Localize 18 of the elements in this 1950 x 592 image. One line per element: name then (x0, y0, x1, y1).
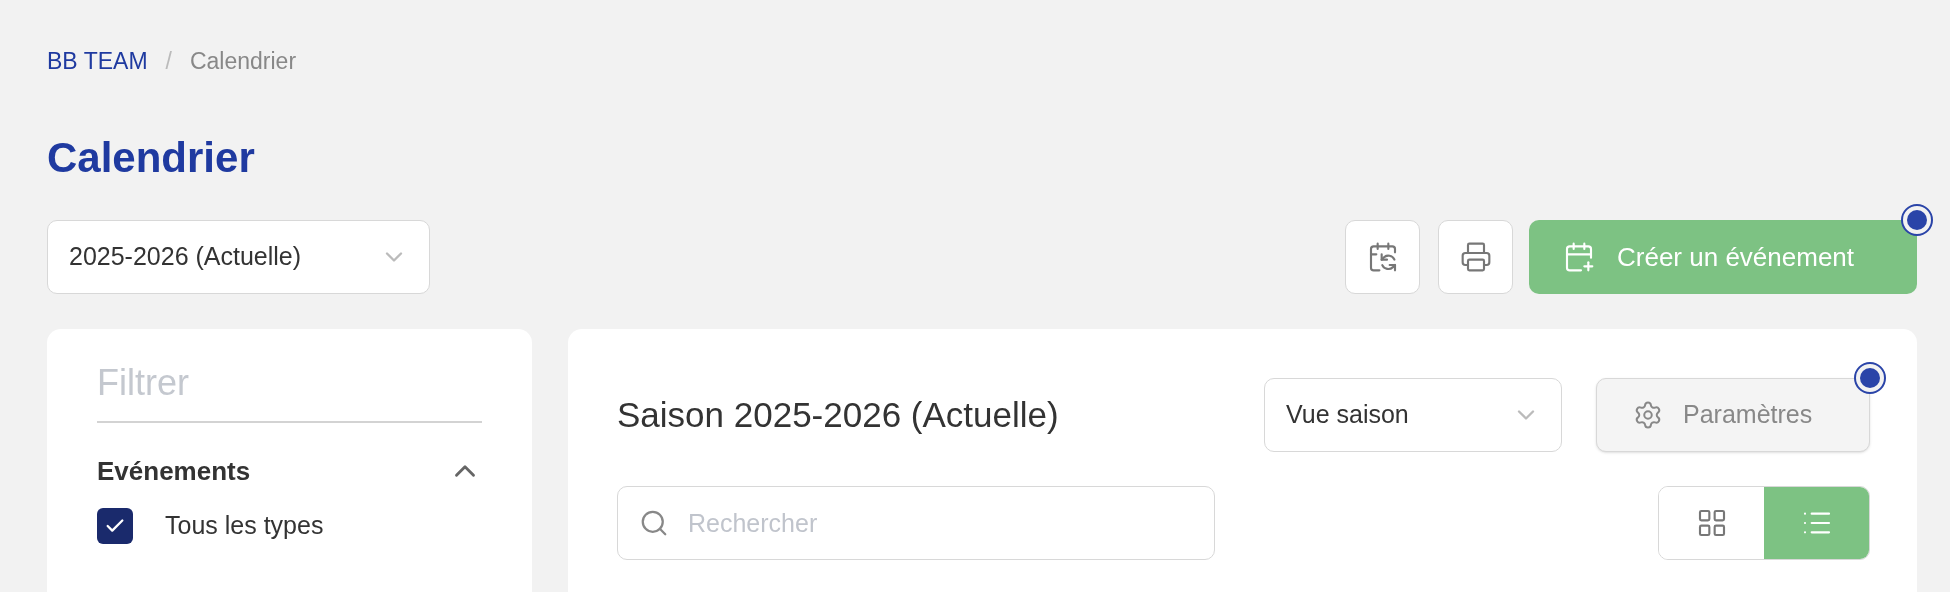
filter-title: Filtrer (97, 361, 190, 405)
search-icon (639, 508, 669, 538)
calendar-plus-icon (1563, 241, 1595, 273)
settings-icon (1633, 400, 1663, 430)
season-select[interactable]: 2025-2026 (Actuelle) (47, 220, 430, 294)
breadcrumb-current: Calendrier (189, 46, 297, 76)
calendar-sync-button[interactable] (1345, 220, 1420, 294)
checkbox-label: Tous les types (165, 510, 324, 541)
page-title: Calendrier (47, 133, 256, 183)
section-title: Evénements (97, 454, 251, 488)
checkbox[interactable] (97, 507, 133, 544)
search-field[interactable]: Rechercher (617, 486, 1215, 560)
breadcrumb-link[interactable]: BB TEAM (47, 43, 148, 79)
print-button[interactable] (1438, 220, 1513, 294)
view-select[interactable]: Vue saison (1264, 378, 1562, 452)
season-title: Saison 2025-2026 (Actuelle) (617, 393, 1059, 436)
print-icon (1459, 241, 1492, 273)
breadcrumb-separator: / (165, 46, 172, 76)
